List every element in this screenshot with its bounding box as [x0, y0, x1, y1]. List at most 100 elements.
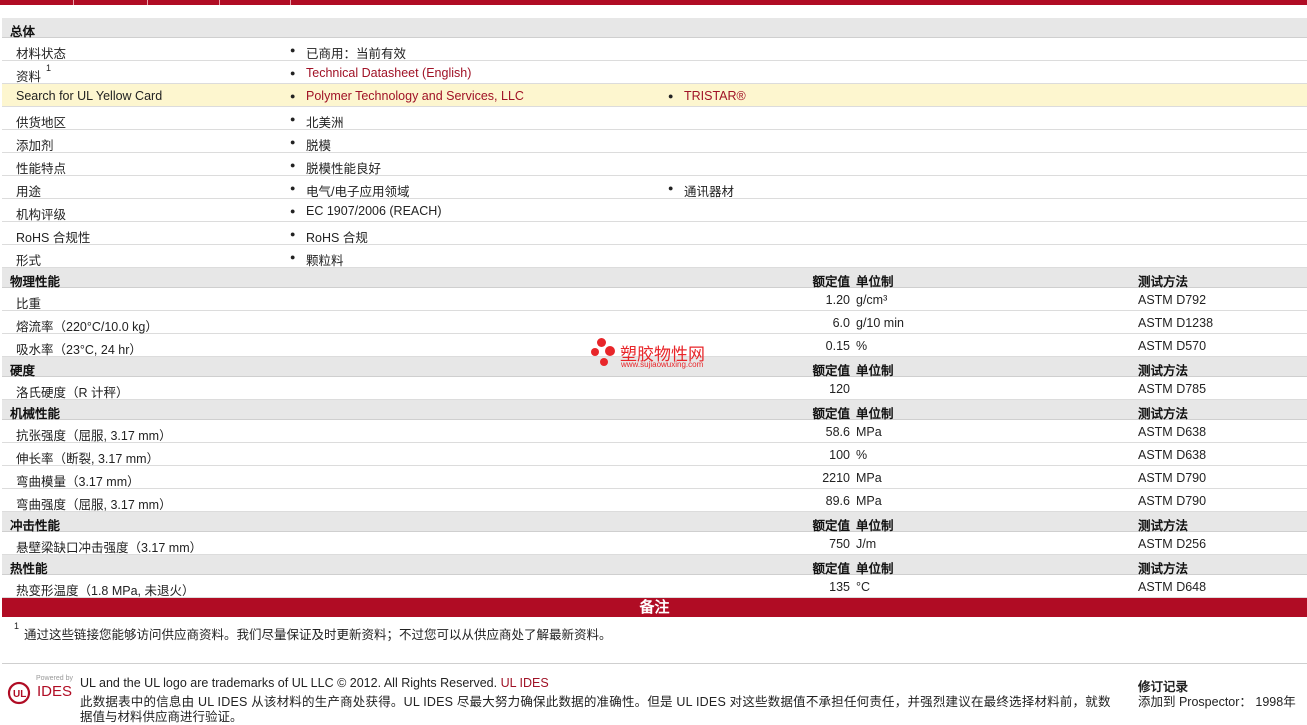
logo-ides-text: IDES [37, 683, 73, 700]
property-name: 弯曲模量（3.17 mm） [16, 475, 140, 489]
general-row: 用途 ● 电气/电子应用领域 ● 通讯器材 [2, 176, 1307, 199]
property-unit: J/m [856, 537, 877, 551]
row-label: 机构评级 [16, 208, 67, 222]
watermark-dot [600, 358, 608, 366]
property-name: 比重 [16, 297, 42, 311]
general-row: 供货地区 ● 北美洲 [2, 107, 1307, 130]
disclaimer-continuation: 据值与材料供应商进行验证。 [80, 710, 243, 724]
value-link[interactable]: Polymer Technology and Services, LLC [306, 89, 524, 103]
row-value: 电气/电子应用领域 [306, 185, 410, 199]
trademark-line: UL and the UL logo are trademarks of UL … [80, 676, 549, 690]
general-row: 性能特点 ● 脱模性能良好 [2, 153, 1307, 176]
section-header: 热性能 额定值 单位制 测试方法 [2, 555, 1307, 576]
property-value: 6.0 [832, 316, 850, 330]
row-value: 通讯器材 [684, 185, 735, 199]
property-row: 悬壁梁缺口冲击强度（3.17 mm） 750 J/m ASTM D256 [2, 532, 1307, 555]
row-label: 用途 [16, 185, 42, 199]
property-test-method: ASTM D785 [1138, 382, 1207, 396]
note-row: 1 通过这些链接您能够访问供应商资料。我们尽量保证及时更新资料；不过您可以从供应商… [2, 617, 1307, 664]
property-value: 58.6 [825, 425, 850, 439]
watermark-dot [597, 338, 606, 347]
row-value: 已商用：当前有效 [306, 47, 407, 61]
tab-separator [73, 0, 74, 5]
property-value: 135 [829, 580, 850, 594]
trademark-text: UL and the UL logo are trademarks of UL … [80, 676, 498, 690]
row-value: 脱模 [306, 139, 332, 153]
general-row: Search for UL Yellow Card ● Polymer Techno… [2, 84, 1307, 107]
row-value: 颗粒料 [306, 254, 344, 268]
property-unit: MPa [856, 425, 882, 439]
value-link[interactable]: TRISTAR® [684, 89, 746, 103]
page-footer: UL Powered by IDES UL and the UL logo ar… [2, 672, 1307, 724]
logo-powered-by: Powered by [36, 675, 73, 682]
property-name: 洛氏硬度（R 计秤） [16, 386, 129, 400]
bullet-icon: ● [290, 114, 296, 124]
bullet-icon: ● [290, 137, 296, 147]
bullet-icon: ● [290, 91, 296, 101]
section-header-general: 总体 [2, 18, 1307, 39]
ul-ides-link[interactable]: UL IDES [501, 676, 549, 690]
bullet-icon: ● [290, 252, 296, 262]
section-header: 机械性能 额定值 单位制 测试方法 [2, 400, 1307, 421]
bullet-icon: ● [290, 68, 296, 78]
bullet-icon: ● [668, 91, 674, 101]
property-unit: g/10 min [856, 316, 904, 330]
general-row: RoHS 合规性 ● RoHS 合规 [2, 222, 1307, 245]
property-test-method: ASTM D792 [1138, 293, 1207, 307]
general-row: 添加剂 ● 脱模 [2, 130, 1307, 153]
property-test-method: ASTM D790 [1138, 471, 1207, 485]
row-label: 供货地区 [16, 116, 67, 130]
property-unit: MPa [856, 471, 882, 485]
bullet-icon: ● [668, 183, 674, 193]
row-value: RoHS 合规 [306, 231, 368, 245]
property-value: 89.6 [825, 494, 850, 508]
property-value: 100 [829, 448, 850, 462]
tab-separator [147, 0, 148, 5]
row-label: Search for UL Yellow Card [16, 89, 163, 103]
row-label: RoHS 合规性 [16, 231, 91, 245]
value-link[interactable]: Technical Datasheet (English) [306, 66, 471, 80]
general-row: 资料 1 ● Technical Datasheet (English) [2, 61, 1307, 84]
bullet-icon: ● [290, 45, 296, 55]
bullet-icon: ● [290, 160, 296, 170]
row-value: EC 1907/2006 (REACH) [306, 204, 442, 218]
property-row: 洛氏硬度（R 计秤） 120 ASTM D785 [2, 377, 1307, 400]
footnote-marker: 1 [14, 621, 20, 631]
watermark-dot [605, 346, 615, 356]
bullet-icon: ● [290, 229, 296, 239]
bullet-icon: ● [290, 206, 296, 216]
section-header: 物理性能 额定值 单位制 测试方法 [2, 268, 1307, 289]
note-text: 通过这些链接您能够访问供应商资料。我们尽量保证及时更新资料；不过您可以从供应商处… [24, 628, 612, 642]
property-name: 伸长率（断裂, 3.17 mm） [16, 452, 160, 466]
bullet-icon: ● [290, 183, 296, 193]
general-row: 材料状态 ● 已商用：当前有效 [2, 38, 1307, 61]
property-name: 悬壁梁缺口冲击强度（3.17 mm） [16, 541, 203, 555]
property-unit: °C [856, 580, 871, 594]
notes-header: 备注 [2, 598, 1307, 617]
property-name: 抗张强度（屈服, 3.17 mm） [16, 429, 172, 443]
watermark-url: www.sujiaowuxing.com [621, 360, 704, 369]
row-label: 材料状态 [16, 47, 67, 61]
property-test-method: ASTM D638 [1138, 448, 1207, 462]
row-label: 添加剂 [16, 139, 54, 153]
row-label: 资料 [16, 70, 42, 84]
property-unit: g/cm³ [856, 293, 888, 307]
property-row: 热变形温度（1.8 MPa, 未退火） 135 °C ASTM D648 [2, 575, 1307, 598]
section-header: 冲击性能 额定值 单位制 测试方法 [2, 512, 1307, 533]
property-row: 熔流率（220°C/10.0 kg） 6.0 g/10 min ASTM D1238 [2, 311, 1307, 334]
property-value: 1.20 [825, 293, 850, 307]
property-test-method: ASTM D790 [1138, 494, 1207, 508]
property-value: 120 [829, 382, 850, 396]
top-accent-bar [0, 0, 1307, 5]
watermark-dot [591, 348, 599, 356]
property-row: 弯曲强度（屈服, 3.17 mm） 89.6 MPa ASTM D790 [2, 489, 1307, 512]
property-row: 伸长率（断裂, 3.17 mm） 100% ASTM D638 [2, 443, 1307, 466]
general-row: 形式 ● 颗粒料 [2, 245, 1307, 268]
property-name: 热变形温度（1.8 MPa, 未退火） [16, 584, 195, 598]
property-unit: % [856, 339, 868, 353]
row-label: 形式 [16, 254, 42, 268]
footnote-marker: 1 [46, 63, 52, 73]
property-value: 0.15 [825, 339, 850, 353]
property-name: 熔流率（220°C/10.0 kg） [16, 320, 158, 334]
property-name: 弯曲强度（屈服, 3.17 mm） [16, 498, 172, 512]
